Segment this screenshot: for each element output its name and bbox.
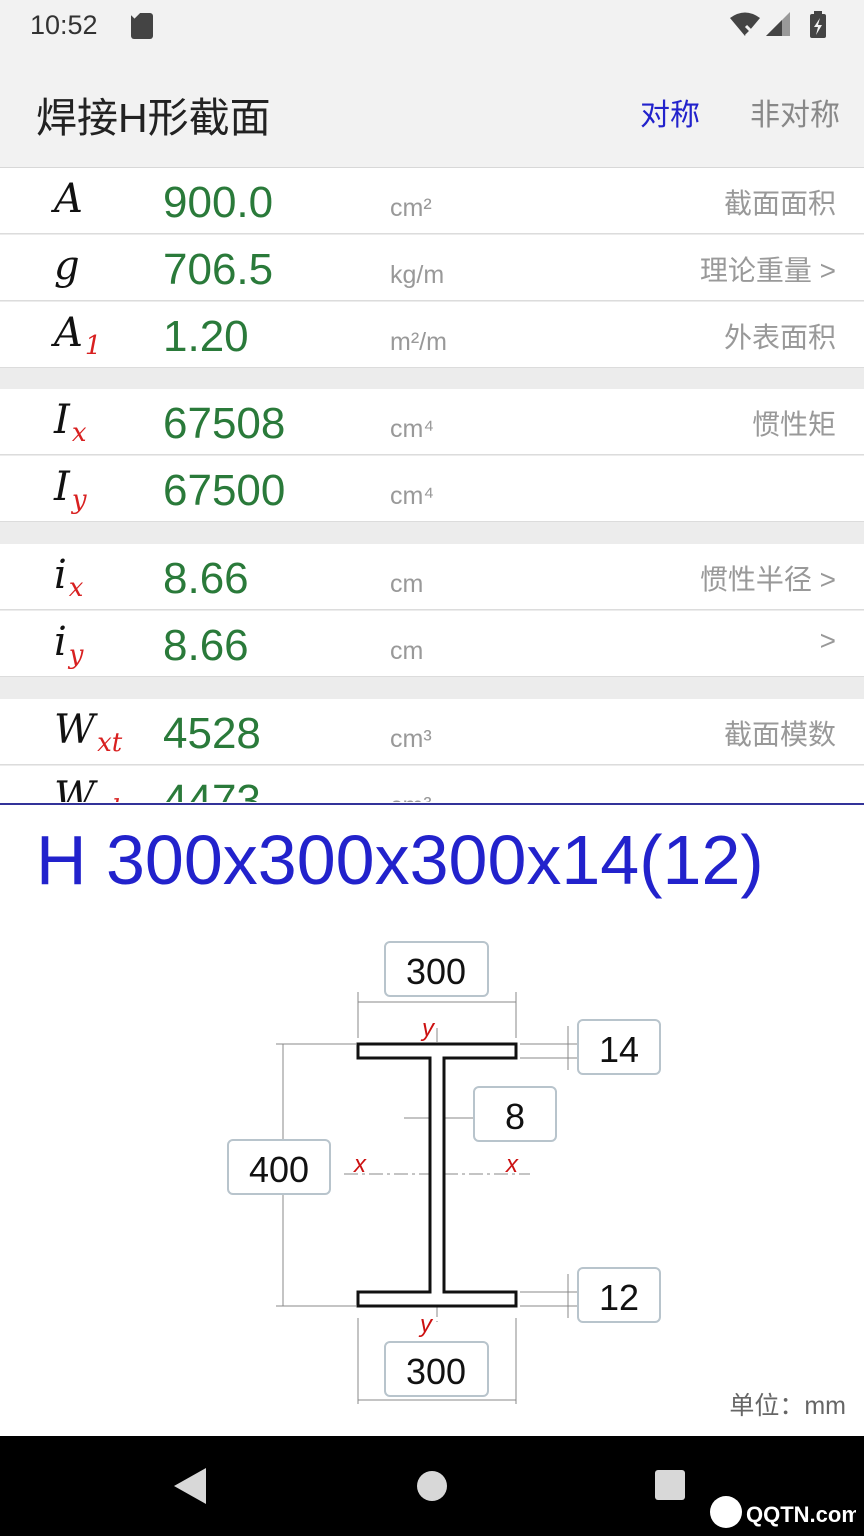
row-value: 4473 (163, 776, 261, 802)
sd-card-icon (131, 13, 153, 39)
row-value: 1.20 (163, 312, 249, 361)
row-value: 706.5 (163, 245, 274, 294)
dim-bottom-flange-thickness[interactable]: 12 (599, 1277, 639, 1318)
home-button[interactable] (372, 1436, 492, 1536)
row-inertia-y: Iy 67500 cm⁴ (0, 456, 864, 522)
row-symbol: ix (54, 552, 84, 603)
row-unit: cm⁴ (390, 482, 435, 510)
row-value: 8.66 (163, 621, 249, 670)
row-value: 67508 (163, 399, 286, 448)
status-time: 10:52 (30, 10, 98, 40)
recents-icon (655, 1470, 685, 1500)
row-unit: cm (390, 570, 424, 598)
property-list[interactable]: A 900.0 cm² 截面面积 g 706.5 kg/m 理论重量 > A1 … (0, 168, 864, 802)
tab-asymmetric[interactable]: 非对称 (750, 90, 840, 134)
dim-height[interactable]: 400 (249, 1149, 309, 1190)
row-weight[interactable]: g 706.5 kg/m 理论重量 > (0, 235, 864, 301)
row-unit: cm² (390, 194, 432, 222)
dim-web-thickness[interactable]: 8 (505, 1096, 525, 1137)
row-value: 67500 (163, 466, 286, 515)
row-description[interactable]: > (820, 625, 836, 657)
axis-label-x-right: x (505, 1151, 519, 1178)
row-symbol: A1 (54, 310, 102, 361)
row-area: A 900.0 cm² 截面面积 (0, 168, 864, 234)
panel-divider[interactable] (0, 803, 864, 805)
signal-icon (766, 12, 790, 36)
app-bar: 焊接H形截面 对称 非对称 (0, 52, 864, 168)
row-symbol: Wxt (54, 707, 123, 758)
dim-top-flange-thickness[interactable]: 14 (599, 1029, 639, 1070)
row-symbol: Ix (54, 397, 87, 448)
row-symbol: Iy (54, 464, 87, 515)
unit-note: 单位：mm (729, 1392, 846, 1420)
section-spec: H 300x300x300x14(12) (36, 821, 764, 899)
home-icon (417, 1471, 447, 1501)
watermark-logo: QQTN.com (710, 1496, 856, 1528)
row-unit: cm³ (390, 725, 432, 753)
row-inertia-x: Ix 67508 cm⁴ 惯性矩 (0, 389, 864, 455)
row-description: 截面面积 (723, 188, 836, 219)
row-surface-area: A1 1.20 m²/m 外表面积 (0, 302, 864, 368)
watermark-text: QQTN.com (746, 1502, 856, 1527)
axis-label-y-bottom: y (418, 1311, 434, 1338)
row-description: 惯性矩 (751, 409, 836, 440)
axis-label-y-top: y (420, 1015, 436, 1042)
battery-icon (810, 11, 826, 38)
row-modulus-xb: Wxb 4473 cm³ (0, 766, 864, 802)
row-value: 4528 (163, 709, 261, 758)
row-unit: cm⁴ (390, 415, 435, 443)
row-radius-x[interactable]: ix 8.66 cm 惯性半径 > (0, 544, 864, 610)
h-section-shape (356, 1042, 518, 1308)
row-value: 8.66 (163, 554, 249, 603)
page-title: 焊接H形截面 (36, 95, 271, 141)
row-description[interactable]: 惯性半径 > (700, 558, 836, 598)
row-modulus-xt: Wxt 4528 cm³ 截面模数 (0, 699, 864, 765)
row-unit: cm (390, 637, 424, 665)
back-icon (174, 1468, 206, 1504)
dim-top-width[interactable]: 300 (406, 951, 466, 992)
row-description[interactable]: 理论重量 > (700, 249, 836, 289)
row-unit: cm³ (390, 792, 432, 802)
row-value: 900.0 (163, 178, 274, 227)
row-radius-y[interactable]: iy 8.66 cm > (0, 611, 864, 677)
row-unit: kg/m (390, 261, 445, 289)
tab-symmetric[interactable]: 对称 (640, 90, 700, 134)
row-description: 截面模数 (723, 719, 836, 750)
row-symbol: g (54, 243, 80, 289)
dim-bottom-width[interactable]: 300 (406, 1351, 466, 1392)
h-section-diagram: y y x x 300 14 8 400 12 300 (227, 941, 661, 1404)
back-button[interactable] (130, 1436, 250, 1536)
row-symbol: iy (54, 619, 84, 670)
status-icons (730, 11, 826, 38)
axis-label-x-left: x (353, 1151, 367, 1178)
wifi-icon (730, 12, 760, 38)
status-bar: 10:52 (0, 0, 864, 52)
row-unit: m²/m (390, 328, 447, 356)
row-symbol: A (54, 176, 83, 222)
row-symbol: Wxb (54, 774, 128, 802)
row-description: 外表面积 (723, 322, 836, 353)
